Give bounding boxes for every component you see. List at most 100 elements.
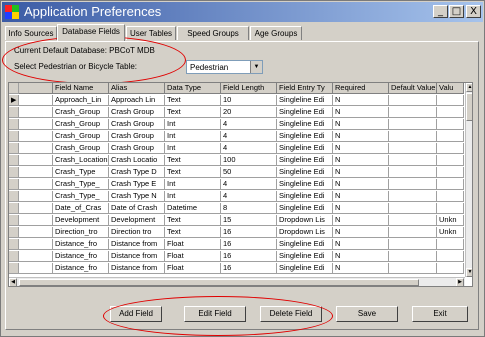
grid-cell[interactable]: Crash_Group	[53, 107, 109, 118]
grid-cell[interactable]: Crash Type E	[109, 179, 165, 190]
table-row[interactable]: Crash_Location Crash Locatio Text 100 Single…	[9, 155, 464, 166]
grid-cell[interactable]: Unkn	[437, 215, 464, 226]
grid-cell[interactable]: 100	[221, 155, 277, 166]
close-button[interactable]: X	[466, 5, 481, 18]
grid-cell[interactable]	[389, 167, 437, 178]
grid-cell[interactable]: Crash_Group	[53, 131, 109, 142]
grid-cell[interactable]: 16	[221, 263, 277, 274]
row-selector[interactable]	[9, 227, 19, 238]
grid-cell[interactable]: N	[333, 107, 389, 118]
save-button[interactable]: Save	[336, 306, 398, 322]
grid-cell[interactable]	[389, 263, 437, 274]
grid-cell[interactable]: Singleline Edi	[277, 251, 333, 262]
grid-cell[interactable]: Singleline Edi	[277, 191, 333, 202]
table-row[interactable]: Crash_Group Crash Group Int 4 Singleline Edi…	[9, 131, 464, 142]
grid-cell[interactable]: Int	[165, 143, 221, 154]
chevron-down-icon[interactable]: ▼	[250, 61, 262, 73]
grid-cell[interactable]: Int	[165, 119, 221, 130]
grid-cell[interactable]	[437, 143, 464, 154]
grid-cell[interactable]: Float	[165, 251, 221, 262]
grid-cell[interactable]: Singleline Edi	[277, 119, 333, 130]
grid-cell[interactable]: Approach Lin	[109, 95, 165, 106]
horizontal-scrollbar[interactable]: ◀ ▶	[9, 277, 465, 286]
grid-cell[interactable]: 15	[221, 215, 277, 226]
grid-cell[interactable]	[437, 251, 464, 262]
grid-cell[interactable]: Crash Type N	[109, 191, 165, 202]
row-selector[interactable]	[9, 251, 19, 262]
grid-cell[interactable]: Text	[165, 227, 221, 238]
grid-cell[interactable]: 10	[221, 95, 277, 106]
grid-cell[interactable]: Singleline Edi	[277, 179, 333, 190]
grid-cell[interactable]: Distance_fro	[53, 239, 109, 250]
grid-cell[interactable]: Float	[165, 239, 221, 250]
grid-cell[interactable]: Distance_fro	[53, 251, 109, 262]
table-row[interactable]: Crash_Type Crash Type D Text 50 Singleline E…	[9, 167, 464, 178]
grid-cell[interactable]: Date of Crash	[109, 203, 165, 214]
grid-cell[interactable]: Dropdown Lis	[277, 227, 333, 238]
grid-cell[interactable]: Crash_Type	[53, 167, 109, 178]
grid-cell[interactable]: Approach_Lin	[53, 95, 109, 106]
grid-cell[interactable]: Crash Group	[109, 119, 165, 130]
grid-cell[interactable]: Crash Type D	[109, 167, 165, 178]
column-header[interactable]: Default Value	[389, 83, 437, 94]
grid-cell[interactable]	[389, 203, 437, 214]
row-selector[interactable]	[9, 203, 19, 214]
grid-cell[interactable]	[437, 167, 464, 178]
column-header[interactable]: Data Type	[165, 83, 221, 94]
grid-cell[interactable]	[389, 107, 437, 118]
grid-cell[interactable]: N	[333, 203, 389, 214]
grid-cell[interactable]: Development	[53, 215, 109, 226]
row-selector[interactable]	[9, 179, 19, 190]
row-selector[interactable]	[9, 131, 19, 142]
scroll-right-icon[interactable]: ▶	[456, 278, 464, 286]
grid-cell[interactable]: Singleline Edi	[277, 155, 333, 166]
grid-cell[interactable]	[389, 239, 437, 250]
grid-cell[interactable]: Direction_tro	[53, 227, 109, 238]
scroll-down-icon[interactable]: ▼	[466, 268, 472, 277]
table-row[interactable]: Crash_Group Crash Group Int 4 Singleline Edi…	[9, 119, 464, 130]
column-header[interactable]: Field Name	[53, 83, 109, 94]
grid-cell[interactable]: Crash_Location	[53, 155, 109, 166]
grid-cell[interactable]: 4	[221, 143, 277, 154]
row-selector[interactable]	[9, 263, 19, 274]
table-row[interactable]: Development Development Text 15 Dropdown Lis…	[9, 215, 464, 226]
grid-cell[interactable]: Direction tro	[109, 227, 165, 238]
grid-cell[interactable]	[437, 107, 464, 118]
grid-cell[interactable]: Crash_Type_	[53, 191, 109, 202]
grid-cell[interactable]: N	[333, 227, 389, 238]
grid-cell[interactable]: N	[333, 95, 389, 106]
grid-cell[interactable]	[437, 263, 464, 274]
table-row[interactable]: Crash_Group Crash Group Text 20 Singleline E…	[9, 107, 464, 118]
horizontal-scroll-thumb[interactable]	[19, 279, 419, 286]
grid-cell[interactable]: Distance from	[109, 239, 165, 250]
grid-cell[interactable]: 4	[221, 179, 277, 190]
grid-cell[interactable]: 4	[221, 191, 277, 202]
grid-cell[interactable]: N	[333, 191, 389, 202]
grid-cell[interactable]: 4	[221, 131, 277, 142]
grid-cell[interactable]: Singleline Edi	[277, 107, 333, 118]
scroll-thumb[interactable]	[466, 93, 472, 121]
grid-cell[interactable]: Int	[165, 179, 221, 190]
minimize-button[interactable]: _	[433, 5, 448, 18]
grid-cell[interactable]	[437, 179, 464, 190]
scroll-left-icon[interactable]: ◀	[9, 278, 17, 286]
grid-cell[interactable]: 16	[221, 239, 277, 250]
grid-cell[interactable]: Crash Locatio	[109, 155, 165, 166]
grid-cell[interactable]: N	[333, 119, 389, 130]
grid-cell[interactable]: Text	[165, 215, 221, 226]
grid-cell[interactable]: Unkn	[437, 227, 464, 238]
grid-cell[interactable]: Distance_fro	[53, 263, 109, 274]
grid-cell[interactable]: Crash_Type_	[53, 179, 109, 190]
row-selector[interactable]	[9, 143, 19, 154]
grid-cell[interactable]	[437, 155, 464, 166]
table-row[interactable]: Date_of_Cras Date of Crash Datetime 8 Single…	[9, 203, 464, 214]
grid-cell[interactable]: N	[333, 143, 389, 154]
grid-cell[interactable]	[437, 131, 464, 142]
grid-cell[interactable]: 8	[221, 203, 277, 214]
grid-cell[interactable]: 16	[221, 227, 277, 238]
grid-cell[interactable]: Text	[165, 107, 221, 118]
grid-cell[interactable]: Singleline Edi	[277, 143, 333, 154]
table-row[interactable]: ▶ Approach_Lin Approach Lin Text 10 Singlelin…	[9, 95, 464, 106]
grid-cell[interactable]	[389, 143, 437, 154]
grid-cell[interactable]	[437, 239, 464, 250]
